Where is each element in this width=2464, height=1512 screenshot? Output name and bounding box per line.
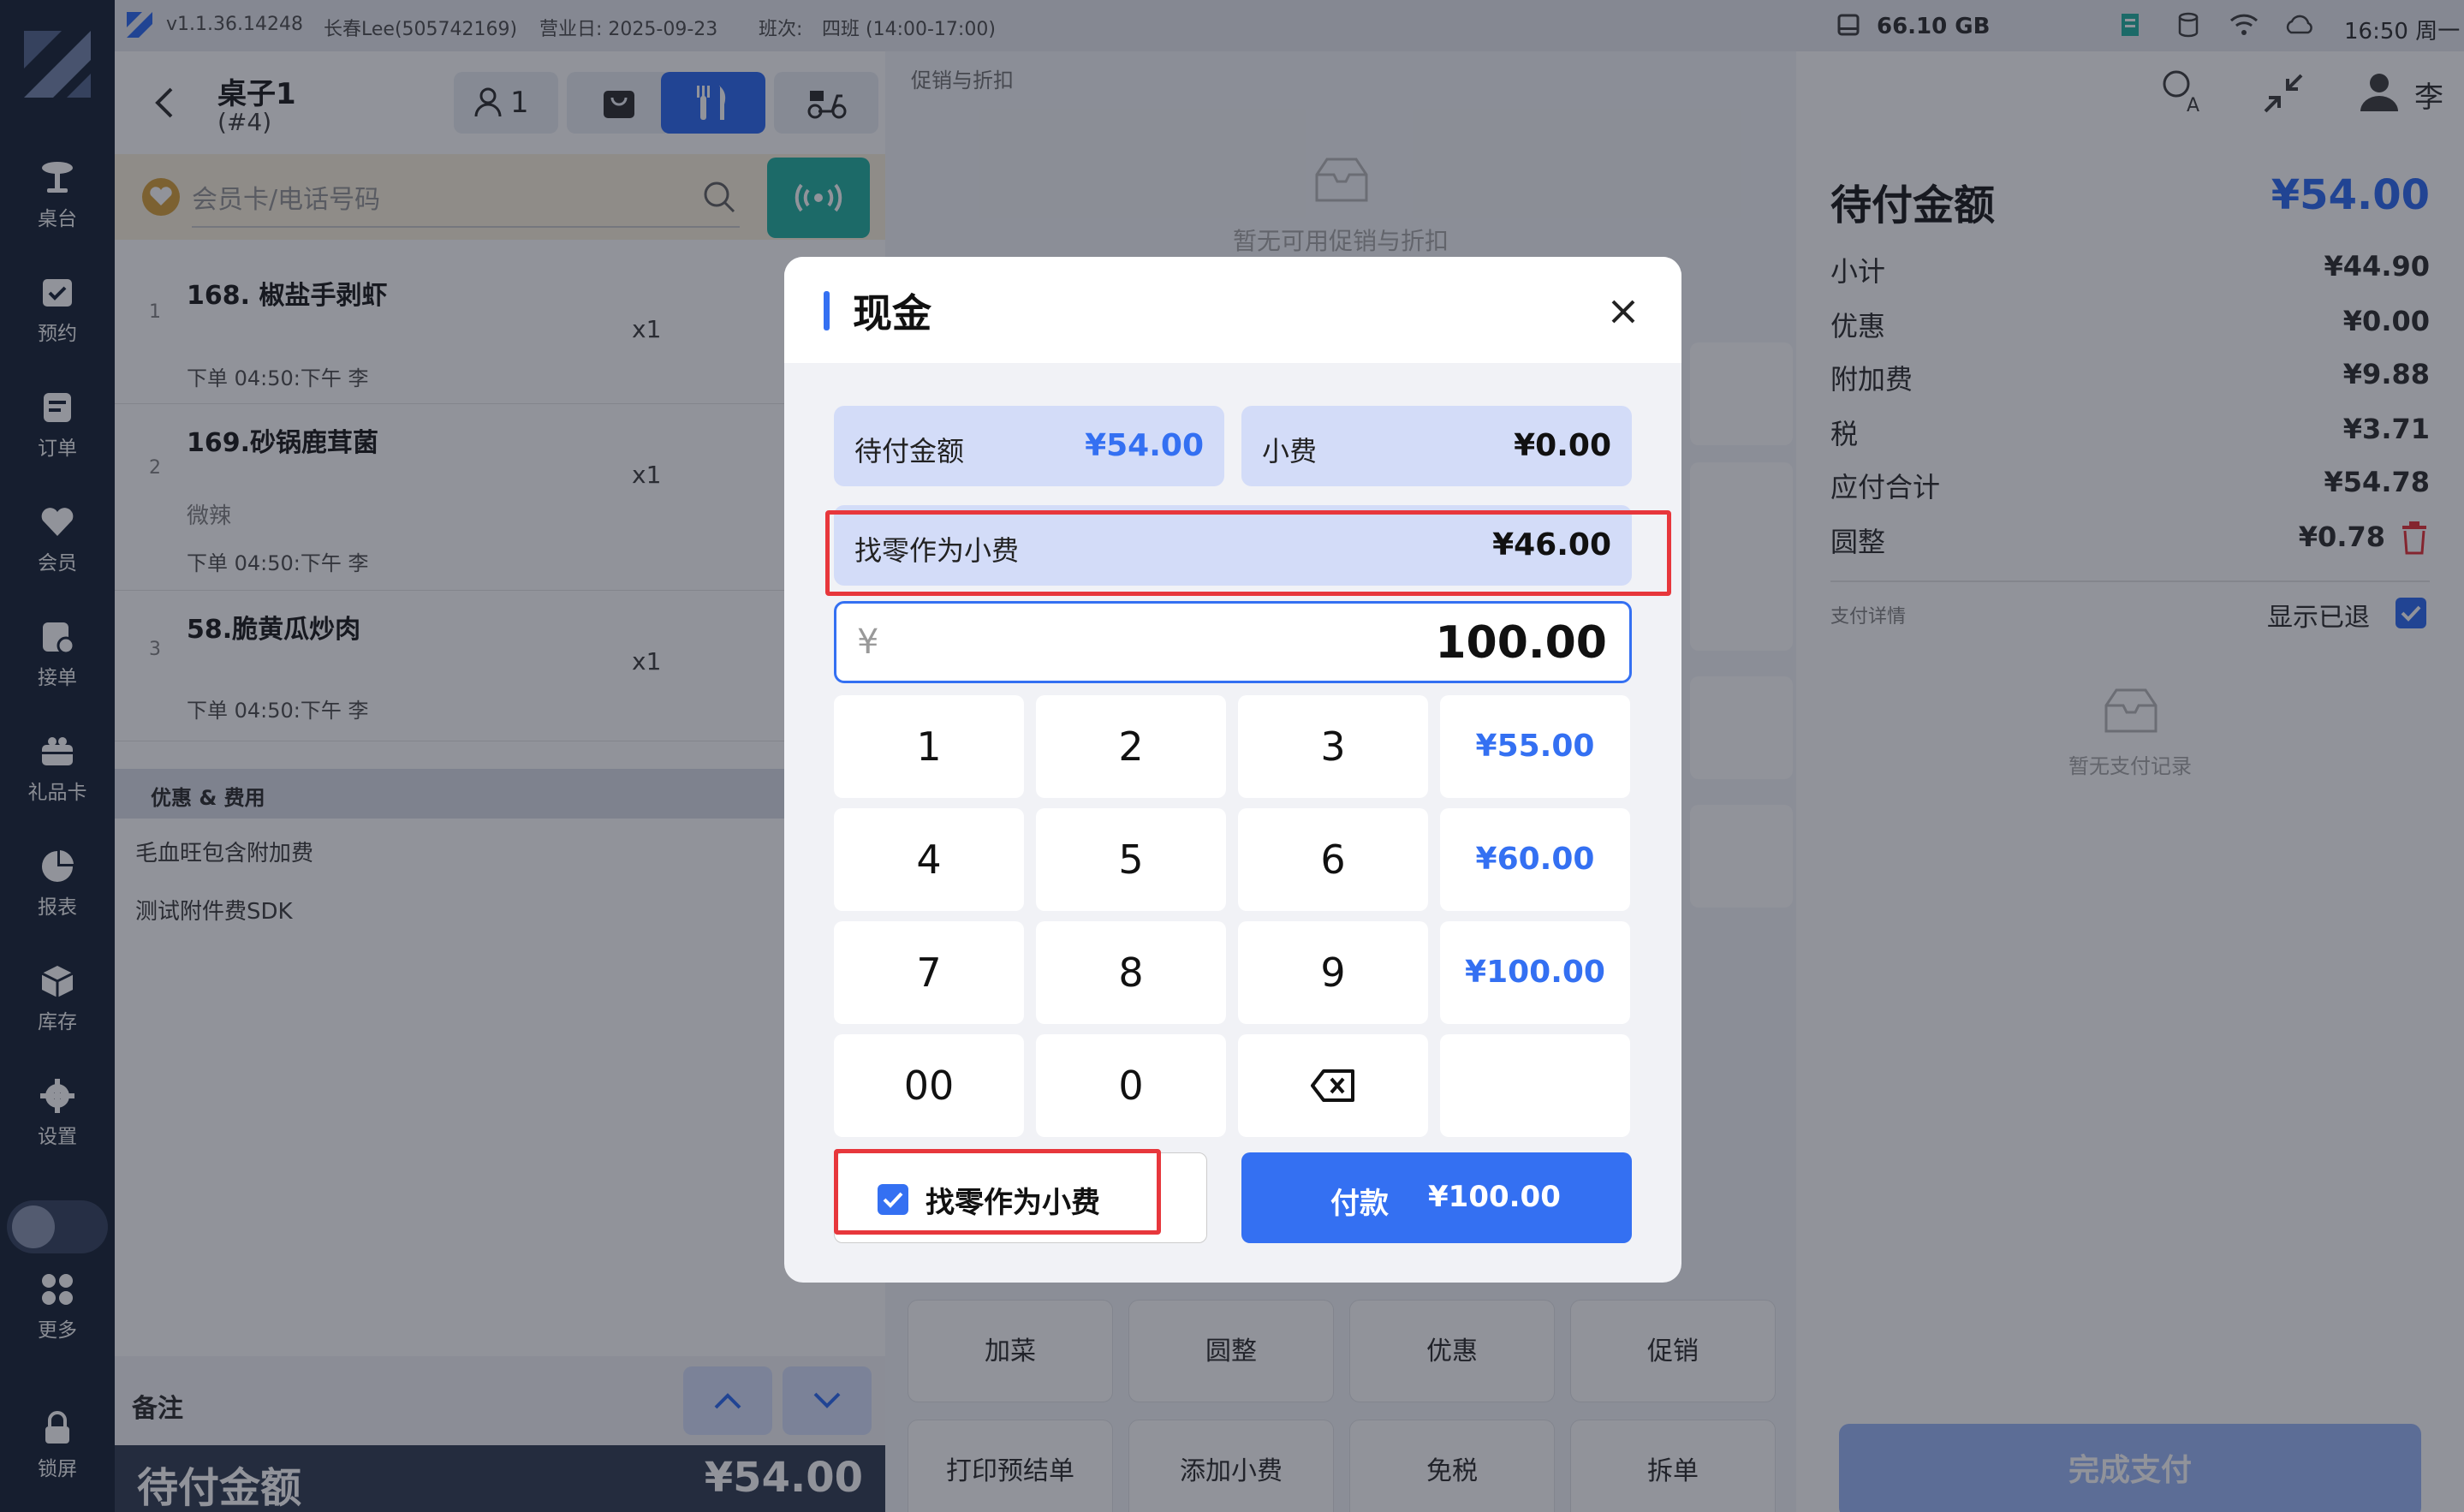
key-9[interactable]: 9 [1238,921,1428,1024]
currency-symbol: ¥ [857,622,879,662]
amount-due-box: 待付金额 ¥54.00 [834,406,1224,486]
tip-box: 小费 ¥0.00 [1241,406,1632,486]
key-7[interactable]: 7 [834,921,1024,1024]
dialog-header: 现金 [784,257,1681,363]
key-1[interactable]: 1 [834,695,1024,798]
quick-amount-55[interactable]: ¥55.00 [1440,695,1630,798]
title-accent [824,291,830,330]
key-6[interactable]: 6 [1238,808,1428,911]
blank-key [1440,1034,1630,1137]
key-8[interactable]: 8 [1036,921,1226,1024]
pay-button[interactable]: 付款 ¥100.00 [1241,1152,1632,1243]
key-3[interactable]: 3 [1238,695,1428,798]
quick-amount-100[interactable]: ¥100.00 [1440,921,1630,1024]
highlight-box-checkbox [834,1149,1161,1235]
pay-label: 付款 [1330,1187,1389,1221]
cash-amount-input[interactable]: ¥ 100.00 [834,601,1632,683]
key-5[interactable]: 5 [1036,808,1226,911]
amount-due-value: ¥54.00 [1085,428,1204,463]
tip-label: 小费 [1262,435,1318,467]
backspace-icon [1311,1069,1354,1102]
tip-value: ¥0.00 [1514,428,1611,463]
backspace-key[interactable] [1238,1034,1428,1137]
key-0[interactable]: 0 [1036,1034,1226,1137]
highlight-box-change-tip [825,510,1671,596]
close-icon[interactable] [1604,293,1642,330]
pay-amount: ¥100.00 [1428,1180,1561,1214]
key-2[interactable]: 2 [1036,695,1226,798]
cash-payment-dialog: 现金 待付金额 ¥54.00 小费 ¥0.00 找零作为小费 ¥46.00 ¥ … [784,257,1681,1283]
key-00[interactable]: 00 [834,1034,1024,1137]
quick-amount-60[interactable]: ¥60.00 [1440,808,1630,911]
cash-amount-value: 100.00 [1435,617,1607,669]
amount-due-label: 待付金额 [854,435,965,467]
dialog-title: 现金 [853,290,931,336]
key-4[interactable]: 4 [834,808,1024,911]
